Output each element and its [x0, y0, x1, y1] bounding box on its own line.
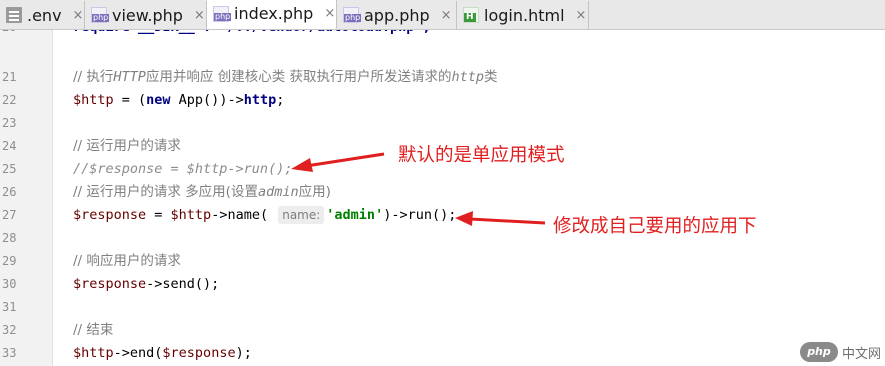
watermark-text: 中文网 [841, 346, 881, 362]
code-editor[interactable]: 20 require __DIR__ . '/../vendor/autoloa… [0, 30, 885, 366]
code-line[interactable]: 20 require __DIR__ . '/../vendor/autoloa… [0, 30, 885, 39]
line-number: 20 [0, 30, 30, 39]
line-number: 28 [2, 231, 17, 245]
code-line[interactable]: 29 // 响应用户的请求 [0, 250, 885, 273]
code-text: $http->end($response); [73, 345, 252, 361]
tab-login-html[interactable]: H login.html × [457, 1, 589, 29]
close-icon[interactable]: × [324, 6, 335, 21]
tab-label: login.html [484, 5, 565, 25]
tab-env[interactable]: .env × [0, 1, 85, 29]
code-comment: // 响应用户的请求 [73, 253, 181, 269]
tab-label: app.php [364, 5, 430, 25]
parameter-hint: name: [278, 206, 325, 224]
line-number: 22 [2, 93, 17, 107]
line-number: 31 [2, 300, 17, 314]
close-icon[interactable]: × [441, 8, 452, 23]
php-file-icon: php [343, 7, 362, 23]
site-watermark: php 中文网 [799, 342, 881, 362]
tab-app-php[interactable]: php app.php × [337, 1, 457, 29]
code-comment: // 运行用户的请求 [73, 138, 181, 154]
close-icon[interactable]: × [73, 8, 84, 23]
env-file-icon [6, 7, 22, 23]
code-text: require __DIR__ . '/../vendor/autoload.p… [73, 30, 431, 39]
editor-tab-bar: .env × php view.php × php index.php × ph… [0, 0, 885, 30]
code-comment: //$response = $http->run(); [73, 161, 293, 177]
line-number: 24 [2, 139, 17, 153]
close-icon[interactable]: × [194, 8, 205, 23]
php-file-icon: php [213, 5, 232, 22]
code-line[interactable]: 33 $http->end($response); [0, 342, 885, 365]
html-file-icon: H [463, 7, 479, 23]
code-line[interactable]: 31 [0, 296, 885, 319]
line-number: 25 [2, 162, 17, 176]
tab-label: index.php [234, 4, 314, 23]
code-line[interactable]: 21 // 执行HTTP应用并响应 创建核心类 获取执行用户所发送请求的http… [0, 66, 885, 89]
line-number: 30 [2, 277, 17, 291]
line-number: 32 [2, 323, 17, 337]
code-comment: // 执行HTTP应用并响应 创建核心类 获取执行用户所发送请求的http类 [73, 69, 498, 85]
tab-label: .env [27, 5, 62, 25]
line-number: 27 [2, 208, 17, 222]
tab-label: view.php [112, 5, 183, 25]
php-file-icon: php [91, 7, 110, 23]
code-text: $http = (new App())->http; [73, 92, 285, 108]
tab-index-php[interactable]: php index.php × [207, 0, 337, 29]
annotation-modify-app: 修改成自己要用的应用下 [553, 216, 757, 237]
php-logo: php [799, 342, 838, 362]
tab-view-php[interactable]: php view.php × [85, 1, 207, 29]
line-number: 26 [2, 185, 17, 199]
line-number: 29 [2, 254, 17, 268]
code-line[interactable]: 26 // 运行用户的请求 多应用(设置admin应用) [0, 181, 885, 204]
code-comment: // 结束 [73, 322, 114, 338]
close-icon[interactable]: × [576, 8, 587, 23]
line-number: 23 [2, 116, 17, 130]
code-line[interactable]: 22 $http = (new App())->http; [0, 89, 885, 112]
annotation-default-mode: 默认的是单应用模式 [398, 145, 565, 166]
line-number: 21 [2, 70, 17, 84]
code-text: $response = $http->name( name:'admin')->… [73, 206, 457, 224]
code-comment: // 运行用户的请求 多应用(设置admin应用) [73, 184, 331, 200]
code-line[interactable]: 32 // 结束 [0, 319, 885, 342]
code-line[interactable]: 23 [0, 112, 885, 135]
code-text: $response->send(); [73, 276, 220, 292]
line-number: 33 [2, 346, 17, 360]
code-line[interactable]: 30 $response->send(); [0, 273, 885, 296]
